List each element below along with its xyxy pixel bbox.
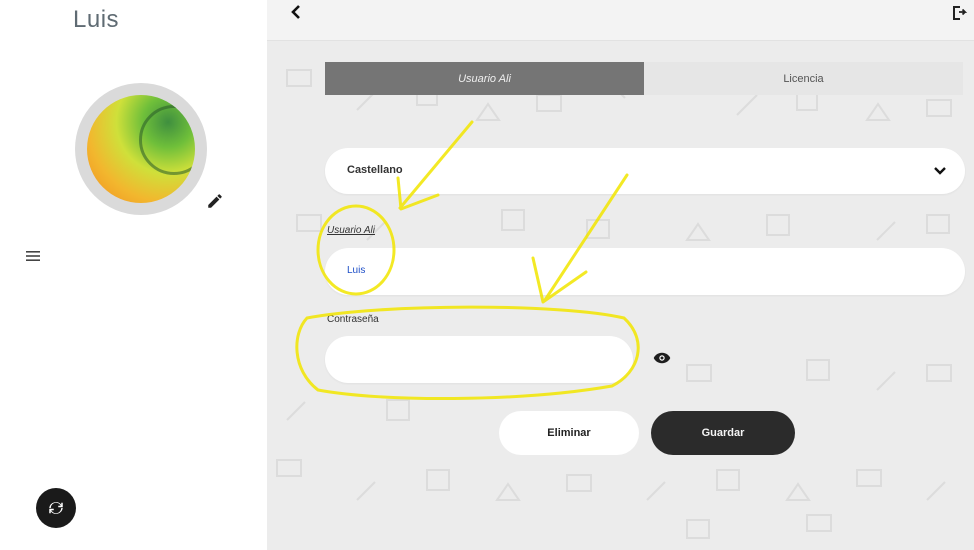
logout-icon[interactable] — [951, 4, 969, 22]
tab-licencia[interactable]: Licencia — [644, 62, 963, 95]
chevron-down-icon — [934, 167, 946, 175]
username-field[interactable]: Luis — [325, 248, 965, 295]
sync-button[interactable] — [36, 488, 76, 528]
main-panel: Usuario Ali Licencia Castellano Usuario … — [267, 0, 974, 550]
tab-usuario[interactable]: Usuario Ali — [325, 62, 644, 95]
password-label: Contraseña — [327, 314, 379, 325]
language-select-value: Castellano — [347, 164, 403, 176]
user-name: Luis — [73, 6, 120, 33]
hamburger-menu-icon[interactable] — [24, 249, 42, 263]
language-select[interactable]: Castellano — [325, 148, 965, 194]
delete-button[interactable]: Eliminar — [499, 411, 639, 455]
username-label: Usuario Ali — [327, 225, 375, 236]
eye-icon[interactable] — [653, 351, 671, 365]
sync-icon — [49, 502, 63, 514]
username-value: Luis — [347, 265, 366, 276]
avatar-face-shape — [139, 105, 195, 175]
password-field[interactable] — [325, 336, 633, 383]
back-chevron-icon[interactable] — [289, 4, 303, 20]
tab-bar: Usuario Ali Licencia — [325, 62, 963, 95]
avatar-ring — [75, 83, 207, 215]
save-button[interactable]: Guardar — [651, 411, 795, 455]
sidebar: Luis — [0, 0, 267, 550]
top-bar — [267, 0, 974, 41]
pencil-icon[interactable] — [206, 192, 224, 210]
avatar[interactable] — [87, 95, 195, 203]
